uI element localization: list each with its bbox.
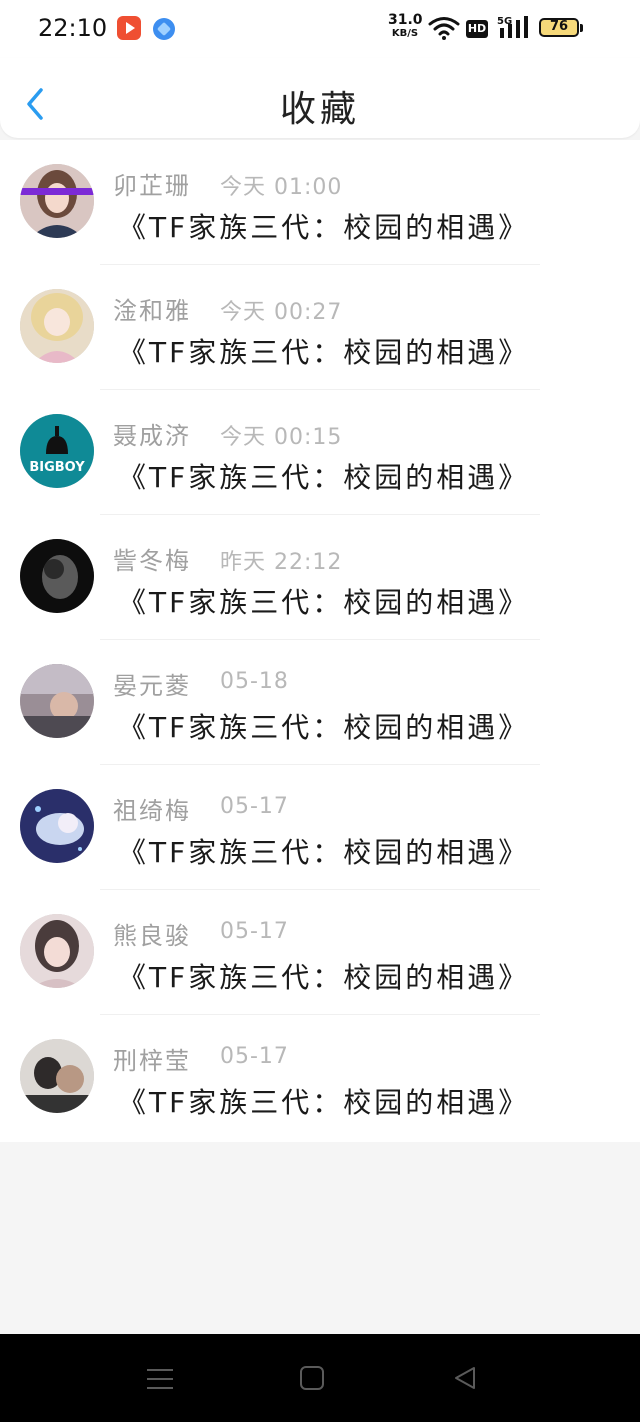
hd-icon: HD bbox=[466, 20, 488, 38]
item-username: 刑梓莹 bbox=[113, 1047, 191, 1075]
item-time: 昨天 22:12 bbox=[220, 550, 343, 575]
avatar[interactable] bbox=[20, 289, 94, 363]
item-story-title: 《TF家族三代：校园的相遇》 bbox=[118, 336, 530, 369]
list-item[interactable]: BIGBOY 聂成济 今天 00:15 《TF家族三代：校园的相遇》 bbox=[0, 390, 640, 515]
favorites-list: 卯芷珊 今天 01:00 《TF家族三代：校园的相遇》 淦和雅 今天 00:27… bbox=[0, 140, 640, 1142]
item-time: 今天 00:15 bbox=[220, 425, 343, 450]
battery-level: 76 bbox=[549, 19, 569, 34]
item-username: 晏元菱 bbox=[113, 672, 191, 700]
item-story-title: 《TF家族三代：校园的相遇》 bbox=[118, 461, 530, 494]
list-item[interactable]: 祖绮梅 05-17 《TF家族三代：校园的相遇》 bbox=[0, 765, 640, 890]
system-nav-bar bbox=[0, 1334, 640, 1422]
app-notification-icon bbox=[153, 18, 175, 40]
item-story-title: 《TF家族三代：校园的相遇》 bbox=[118, 211, 530, 244]
item-story-title: 《TF家族三代：校园的相遇》 bbox=[118, 836, 530, 869]
item-story-title: 《TF家族三代：校园的相遇》 bbox=[118, 1086, 530, 1119]
item-username: 卯芷珊 bbox=[113, 172, 191, 200]
home-square-icon[interactable] bbox=[299, 1365, 325, 1391]
item-username: 祖绮梅 bbox=[113, 797, 191, 825]
video-app-icon bbox=[117, 16, 141, 40]
item-username: 熊良骏 bbox=[113, 922, 191, 950]
item-time: 05-17 bbox=[220, 919, 289, 944]
avatar[interactable] bbox=[20, 914, 94, 988]
network-speed-unit: KB/S bbox=[391, 28, 419, 39]
avatar[interactable] bbox=[20, 789, 94, 863]
avatar[interactable] bbox=[20, 164, 94, 238]
header: 收藏 bbox=[0, 58, 640, 138]
menu-icon[interactable] bbox=[146, 1366, 174, 1392]
battery-icon: 76 bbox=[539, 18, 583, 37]
list-item[interactable]: 訾冬梅 昨天 22:12 《TF家族三代：校园的相遇》 bbox=[0, 515, 640, 640]
item-time: 05-17 bbox=[220, 1044, 289, 1069]
network-speed-value: 31.0 bbox=[388, 12, 423, 28]
item-time: 05-18 bbox=[220, 669, 289, 694]
list-item[interactable]: 淦和雅 今天 00:27 《TF家族三代：校园的相遇》 bbox=[0, 265, 640, 390]
item-time: 今天 01:00 bbox=[220, 175, 343, 200]
signal-icon: 5G bbox=[497, 16, 528, 38]
status-time: 22:10 bbox=[38, 14, 108, 42]
list-item[interactable]: 卯芷珊 今天 01:00 《TF家族三代：校园的相遇》 bbox=[0, 140, 640, 265]
status-bar: 22:10 31.0 KB/S HD 5G 76 bbox=[0, 0, 640, 58]
item-time: 今天 00:27 bbox=[220, 300, 343, 325]
list-item[interactable]: 晏元菱 05-18 《TF家族三代：校园的相遇》 bbox=[0, 640, 640, 765]
list-item[interactable]: 刑梓莹 05-17 《TF家族三代：校园的相遇》 bbox=[0, 1015, 640, 1140]
avatar[interactable] bbox=[20, 539, 94, 613]
avatar[interactable] bbox=[20, 664, 94, 738]
item-username: 訾冬梅 bbox=[113, 547, 191, 575]
wifi-icon bbox=[428, 17, 460, 40]
item-username: 淦和雅 bbox=[113, 297, 191, 325]
page-title: 收藏 bbox=[279, 89, 360, 130]
avatar-logo-text: BIGBOY bbox=[29, 460, 85, 475]
item-story-title: 《TF家族三代：校园的相遇》 bbox=[118, 586, 530, 619]
avatar[interactable]: BIGBOY bbox=[20, 414, 94, 488]
item-time: 05-17 bbox=[220, 794, 289, 819]
list-item[interactable]: 熊良骏 05-17 《TF家族三代：校园的相遇》 bbox=[0, 890, 640, 1015]
item-username: 聂成济 bbox=[113, 422, 191, 450]
avatar[interactable] bbox=[20, 1039, 94, 1113]
item-story-title: 《TF家族三代：校园的相遇》 bbox=[118, 711, 530, 744]
back-triangle-icon[interactable] bbox=[452, 1365, 478, 1391]
network-speed: 31.0 KB/S bbox=[388, 12, 423, 40]
item-story-title: 《TF家族三代：校园的相遇》 bbox=[118, 961, 530, 994]
